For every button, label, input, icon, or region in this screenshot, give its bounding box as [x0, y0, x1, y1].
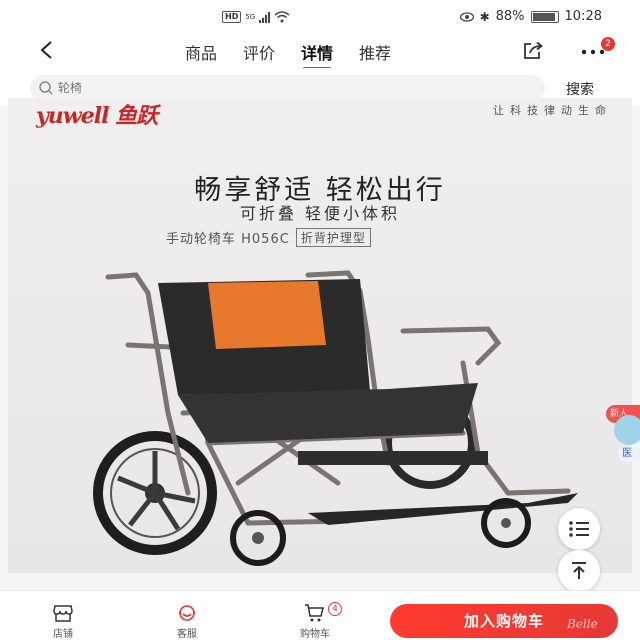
- share-icon: [524, 41, 543, 59]
- hd-badge: HD: [222, 11, 242, 23]
- cart-label: 购物车: [300, 629, 330, 640]
- tab-reviews[interactable]: 评价: [243, 40, 275, 64]
- tab-recommend[interactable]: 推荐: [359, 40, 391, 64]
- top-nav: 商品 评价 详情 推荐: [0, 34, 640, 70]
- signal-icon: [259, 11, 271, 23]
- wheelchair-image: [93, 270, 578, 566]
- chevron-left-icon: [40, 41, 52, 59]
- customer-service-button[interactable]: 客服: [162, 603, 212, 640]
- share-button[interactable]: [522, 41, 544, 61]
- shop-label: 店铺: [53, 629, 73, 640]
- product-subline: 可折叠 轻便小体积: [239, 204, 401, 223]
- search-input[interactable]: [58, 81, 258, 95]
- status-bar: HD 5G ✱ 88% 10:28: [0, 0, 640, 34]
- eye-icon: [459, 11, 474, 22]
- model-tag: 折背护理型: [295, 228, 371, 247]
- watermark: Belle: [567, 617, 598, 631]
- customer-service-icon: [179, 605, 195, 621]
- product-detail-image: yuwell 鱼跃 让科技律动生命 畅享舒适 轻松出行 可折叠 轻便小体积 手动…: [8, 98, 632, 573]
- medical-badge[interactable]: 医: [618, 446, 640, 462]
- shop-button[interactable]: 店铺: [38, 603, 88, 640]
- arrow-up-icon: [572, 562, 586, 579]
- cart-icon: [305, 604, 324, 622]
- customer-service-label: 客服: [177, 629, 197, 640]
- network-type: 5G: [245, 13, 256, 21]
- product-detail-screen: HD 5G ✱ 88% 10:28 商品 评价 详情 推荐 2 轮椅 搜索 yu…: [0, 0, 640, 640]
- cart-count-badge: 4: [328, 602, 342, 616]
- scroll-top-button[interactable]: [558, 550, 600, 592]
- network-indicator: HD 5G: [222, 11, 290, 23]
- back-button[interactable]: [36, 40, 56, 60]
- shop-icon: [53, 605, 73, 622]
- tab-details[interactable]: 详情: [301, 40, 333, 70]
- model-name: 手动轮椅车 H056C: [166, 232, 290, 247]
- detail-tabs: 商品 评价 详情 推荐: [185, 40, 391, 70]
- bluetooth-icon: ✱: [479, 9, 490, 24]
- brand-logo: yuwell 鱼跃: [36, 103, 158, 129]
- search-icon: [39, 81, 53, 95]
- tab-goods[interactable]: 商品: [185, 40, 217, 64]
- list-icon: [569, 521, 589, 537]
- wifi-icon: [274, 11, 290, 23]
- battery-percent: 88%: [495, 9, 525, 24]
- battery-icon: [530, 10, 559, 23]
- brand-slogan: 让科技律动生命: [493, 104, 612, 117]
- message-count-badge: 2: [601, 37, 615, 51]
- catalog-button[interactable]: [558, 508, 600, 550]
- search-button[interactable]: 搜索: [566, 79, 594, 99]
- clock: 10:28: [564, 9, 602, 24]
- promo-bubble-icon[interactable]: [614, 415, 640, 445]
- product-model: 手动轮椅车 H056C 折背护理型: [166, 228, 371, 247]
- status-right: ✱ 88% 10:28: [459, 9, 602, 24]
